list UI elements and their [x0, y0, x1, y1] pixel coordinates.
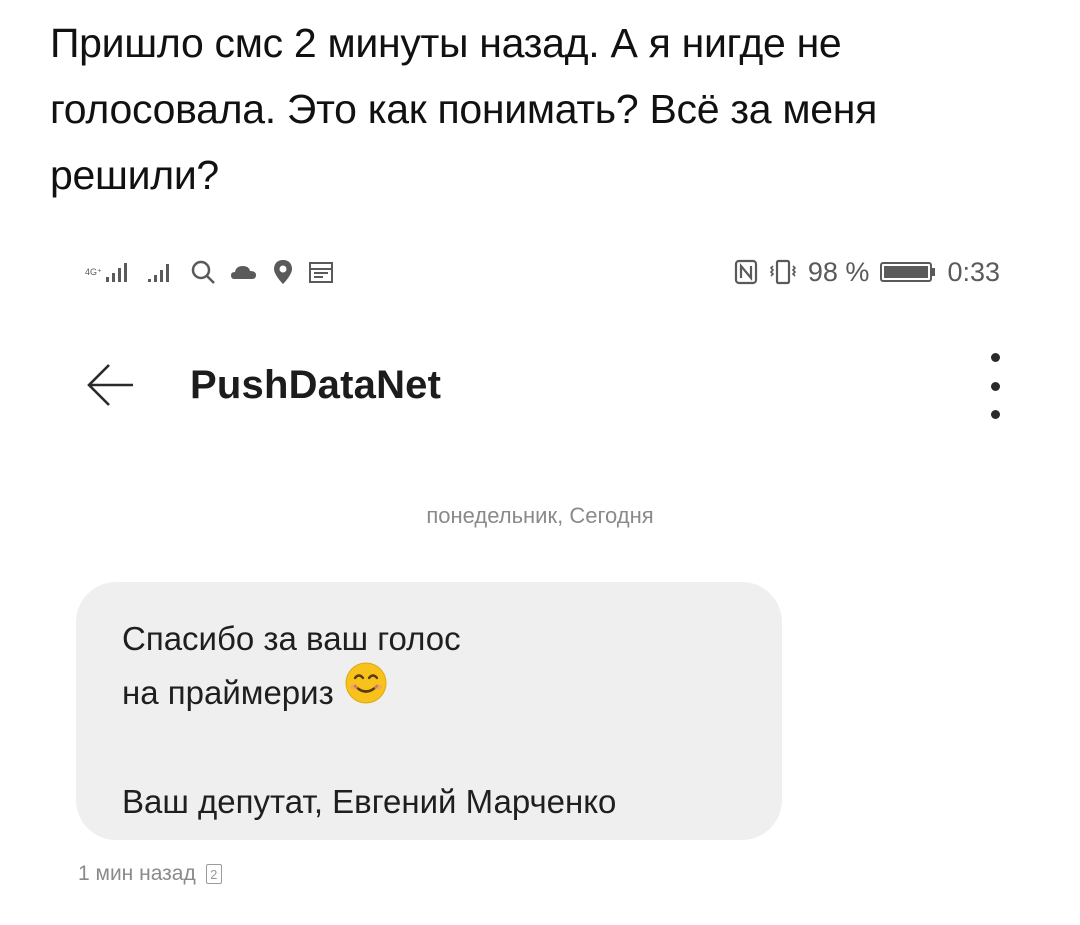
message-line-3: Ваш депутат, Евгений Марченко	[122, 783, 617, 821]
smiling-face-icon	[344, 661, 388, 721]
message-line-2-row: на праймериз	[122, 662, 738, 721]
more-options-icon	[990, 353, 1000, 362]
caption-line-1: Пришло смс 2 минуты назад. А я нигде не	[50, 20, 842, 66]
caption-line-2: голосовала. Это как понимать? Всё за мен…	[50, 86, 878, 132]
battery-icon	[879, 261, 937, 283]
calendar-icon	[308, 260, 334, 284]
post-caption: Пришло смс 2 минуты назад. А я нигде не …	[50, 10, 1030, 208]
vibrate-icon	[768, 259, 798, 285]
status-bar-right: 98 % 0:33	[734, 257, 1000, 288]
message-line-2: на праймериз	[122, 674, 334, 711]
more-options-dot	[990, 381, 1000, 391]
signal-4g-icon: 4G⁺	[85, 260, 132, 284]
message-bubble[interactable]: Спасибо за ваш голос на праймериз Ваш де…	[76, 582, 782, 840]
more-options-dot	[990, 410, 1000, 419]
clock: 0:33	[947, 256, 1000, 287]
search-icon	[190, 259, 216, 285]
contact-name: PushDataNet	[190, 362, 442, 407]
message-timestamp-row: 1 мин назад 2	[78, 862, 222, 886]
message-timestamp: 1 мин назад	[78, 862, 196, 885]
message-line-1: Спасибо за ваш голос	[122, 620, 461, 657]
signal-icon	[146, 260, 176, 284]
conversation-header: PushDataNet	[80, 345, 1010, 425]
sim-card-icon: 2	[205, 864, 222, 884]
back-arrow-icon	[87, 364, 133, 406]
date-separator: понедельник, Сегодня	[426, 503, 654, 528]
location-icon	[272, 258, 294, 286]
battery-percent: 98 %	[807, 256, 870, 287]
back-button[interactable]	[80, 355, 140, 415]
caption-line-3: решили?	[50, 152, 219, 198]
status-bar: 4G⁺ 98 % 0:33	[85, 250, 1000, 294]
cloud-icon	[230, 262, 258, 282]
status-bar-left: 4G⁺	[85, 258, 334, 286]
more-options-button[interactable]	[980, 353, 1010, 419]
nfc-icon	[734, 259, 758, 285]
network-type-label: 4G⁺	[85, 267, 102, 277]
